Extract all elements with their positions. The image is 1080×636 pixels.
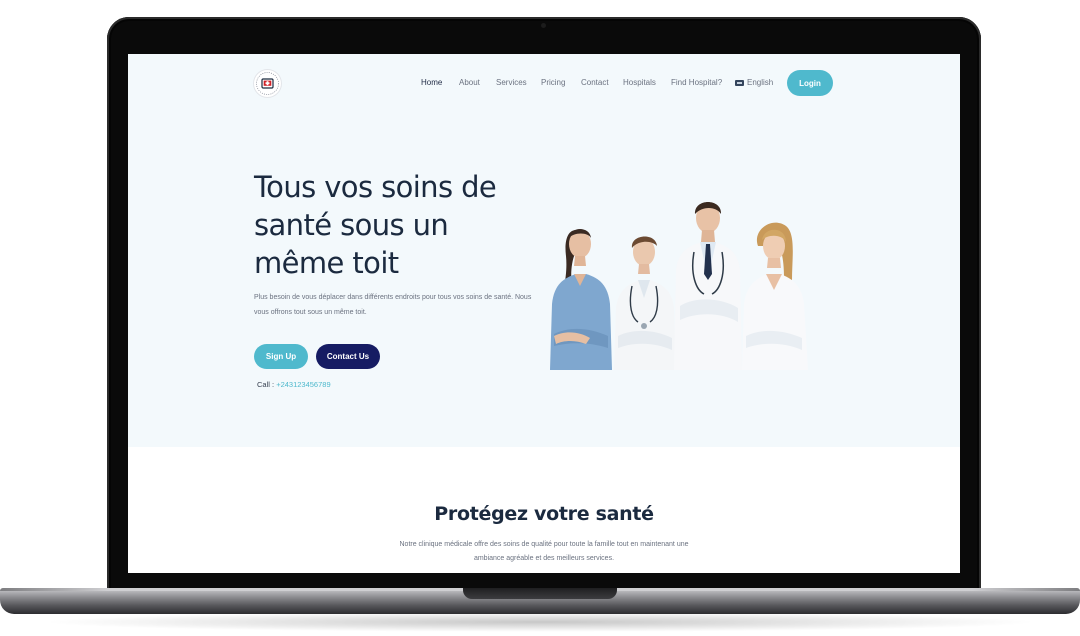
website-screen: Home About Services Pricing Contact Hosp… (128, 54, 960, 573)
doctor-figure-2 (614, 236, 676, 370)
webcam (541, 23, 546, 28)
laptop-shadow (40, 612, 1040, 632)
hero-title: Tous vos soins de santé sous un même toi… (254, 170, 497, 280)
doctors-team-image (550, 202, 808, 370)
nav-hospitals[interactable]: Hospitals (623, 78, 656, 88)
login-button[interactable]: Login (787, 70, 833, 96)
laptop-opening-notch (463, 588, 617, 599)
doctor-figure-3 (674, 202, 742, 370)
nav-home[interactable]: Home (421, 78, 442, 88)
nurse-figure-1 (550, 229, 612, 370)
call-label: Call : (257, 380, 275, 389)
nav-about[interactable]: About (459, 78, 480, 88)
section-title: Protégez votre santé (434, 503, 654, 525)
signup-button[interactable]: Sign Up (254, 344, 308, 369)
phone-link[interactable]: +243123456789 (276, 380, 330, 389)
language-selector[interactable]: English (735, 78, 773, 88)
nav-contact[interactable]: Contact (581, 78, 609, 88)
laptop-base (0, 588, 1080, 614)
hero-description: Plus besoin de vous déplacer dans différ… (254, 294, 532, 316)
call-line: Call : +243123456789 (257, 380, 331, 389)
doctor-figure-4 (742, 222, 808, 370)
laptop-mockup: Home About Services Pricing Contact Hosp… (0, 0, 1080, 636)
nav-services[interactable]: Services (496, 78, 527, 88)
language-label: English (747, 78, 774, 87)
language-flag-icon (735, 80, 744, 86)
hero-section: Home About Services Pricing Contact Hosp… (128, 54, 960, 447)
clinic-logo[interactable] (254, 70, 281, 97)
contact-us-button[interactable]: Contact Us (316, 344, 380, 369)
section-description: Notre clinique médicale offre des soins … (399, 541, 689, 562)
nav-find-hospital[interactable]: Find Hospital? (671, 78, 722, 88)
nav-pricing[interactable]: Pricing (541, 78, 565, 88)
